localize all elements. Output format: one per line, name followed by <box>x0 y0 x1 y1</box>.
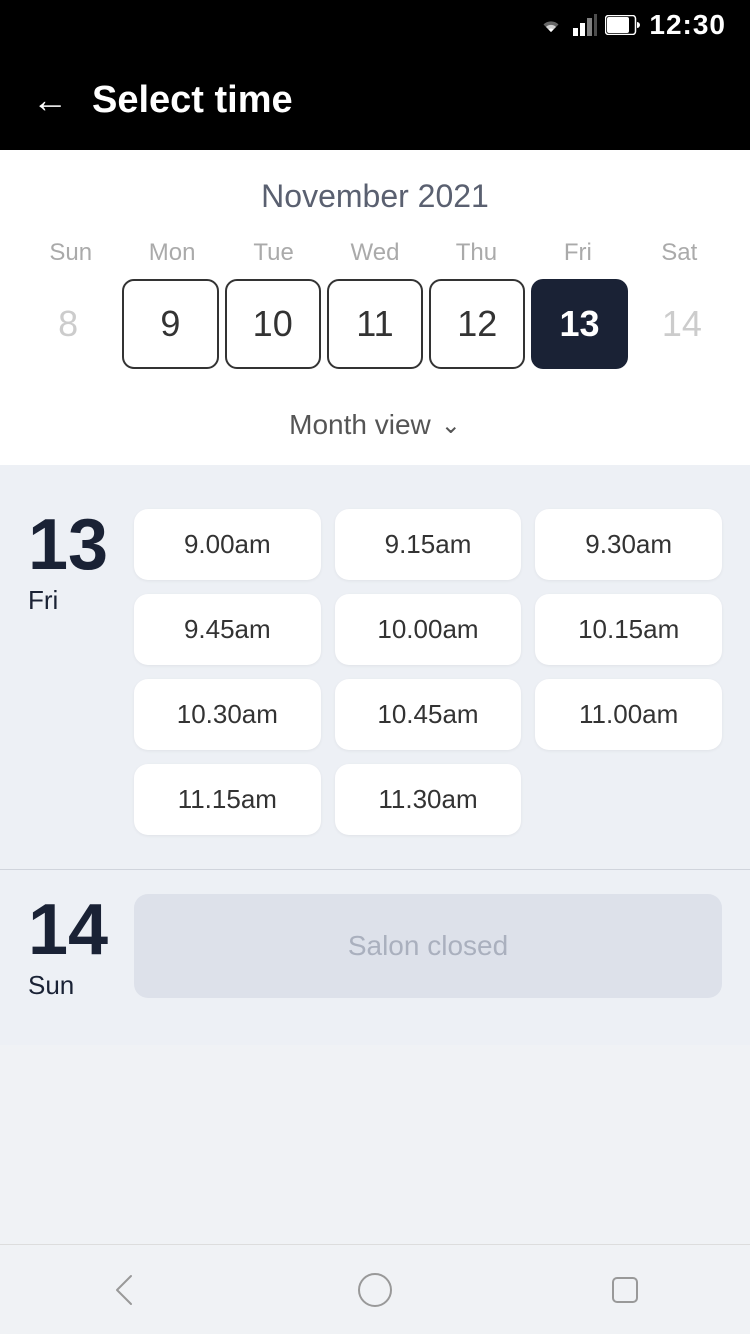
day-14-name: Sun <box>28 970 118 1001</box>
calendar-section: November 2021 Sun Mon Tue Wed Thu Fri Sa… <box>0 150 750 465</box>
status-icons: 12:30 <box>537 9 726 41</box>
day-13-name: Fri <box>28 585 118 616</box>
day-12[interactable]: 12 <box>429 279 525 369</box>
nav-recent-button[interactable] <box>603 1268 647 1312</box>
day-11[interactable]: 11 <box>327 279 423 369</box>
day-14-num: 14 <box>28 894 118 966</box>
weekday-mon: Mon <box>121 239 222 267</box>
day-13-label: 13 Fri <box>28 509 118 616</box>
day-10[interactable]: 10 <box>225 279 321 369</box>
weekday-wed: Wed <box>324 239 425 267</box>
status-time: 12:30 <box>649 9 726 41</box>
day-14-content: 14 Sun Salon closed <box>28 894 722 1001</box>
weekday-thu: Thu <box>426 239 527 267</box>
weekday-sun: Sun <box>20 239 121 267</box>
day-section-13: 13 Fri 9.00am 9.15am 9.30am 9.45am 10.00… <box>0 485 750 859</box>
nav-home-button[interactable] <box>353 1268 397 1312</box>
slot-1115am[interactable]: 11.15am <box>134 764 321 835</box>
slot-1000am[interactable]: 10.00am <box>335 594 522 665</box>
month-view-label: Month view <box>289 409 431 441</box>
month-view-toggle[interactable]: Month view ⌄ <box>20 393 730 465</box>
day-13-num: 13 <box>28 509 118 581</box>
slot-915am[interactable]: 9.15am <box>335 509 522 580</box>
slot-900am[interactable]: 9.00am <box>134 509 321 580</box>
schedule-section: 13 Fri 9.00am 9.15am 9.30am 9.45am 10.00… <box>0 465 750 1045</box>
month-title: November 2021 <box>20 178 730 215</box>
day-13-content: 13 Fri 9.00am 9.15am 9.30am 9.45am 10.00… <box>28 509 722 835</box>
slot-1030am[interactable]: 10.30am <box>134 679 321 750</box>
slot-945am[interactable]: 9.45am <box>134 594 321 665</box>
time-slots-13: 9.00am 9.15am 9.30am 9.45am 10.00am 10.1… <box>134 509 722 835</box>
slot-1015am[interactable]: 10.15am <box>535 594 722 665</box>
status-bar: 12:30 <box>0 0 750 50</box>
salon-closed-label: Salon closed <box>134 894 722 998</box>
day-13[interactable]: 13 <box>531 279 627 369</box>
slot-930am[interactable]: 9.30am <box>535 509 722 580</box>
signal-icon <box>573 14 597 36</box>
header: ← Select time <box>0 50 750 150</box>
day-8[interactable]: 8 <box>20 279 116 369</box>
nav-back-button[interactable] <box>103 1268 147 1312</box>
weekdays-row: Sun Mon Tue Wed Thu Fri Sat <box>20 239 730 267</box>
day-14[interactable]: 14 <box>634 279 730 369</box>
battery-icon <box>605 15 641 35</box>
weekday-tue: Tue <box>223 239 324 267</box>
weekday-fri: Fri <box>527 239 628 267</box>
weekday-sat: Sat <box>629 239 730 267</box>
slot-1130am[interactable]: 11.30am <box>335 764 522 835</box>
chevron-down-icon: ⌄ <box>441 411 461 440</box>
wifi-icon <box>537 14 565 36</box>
days-row: 8 9 10 11 12 13 14 <box>20 279 730 393</box>
page-title: Select time <box>92 79 293 122</box>
slot-1100am[interactable]: 11.00am <box>535 679 722 750</box>
day-9[interactable]: 9 <box>122 279 218 369</box>
day-section-14: 14 Sun Salon closed <box>0 869 750 1025</box>
day-14-label: 14 Sun <box>28 894 118 1001</box>
nav-bar <box>0 1244 750 1334</box>
slot-1045am[interactable]: 10.45am <box>335 679 522 750</box>
back-button[interactable]: ← <box>32 82 68 118</box>
